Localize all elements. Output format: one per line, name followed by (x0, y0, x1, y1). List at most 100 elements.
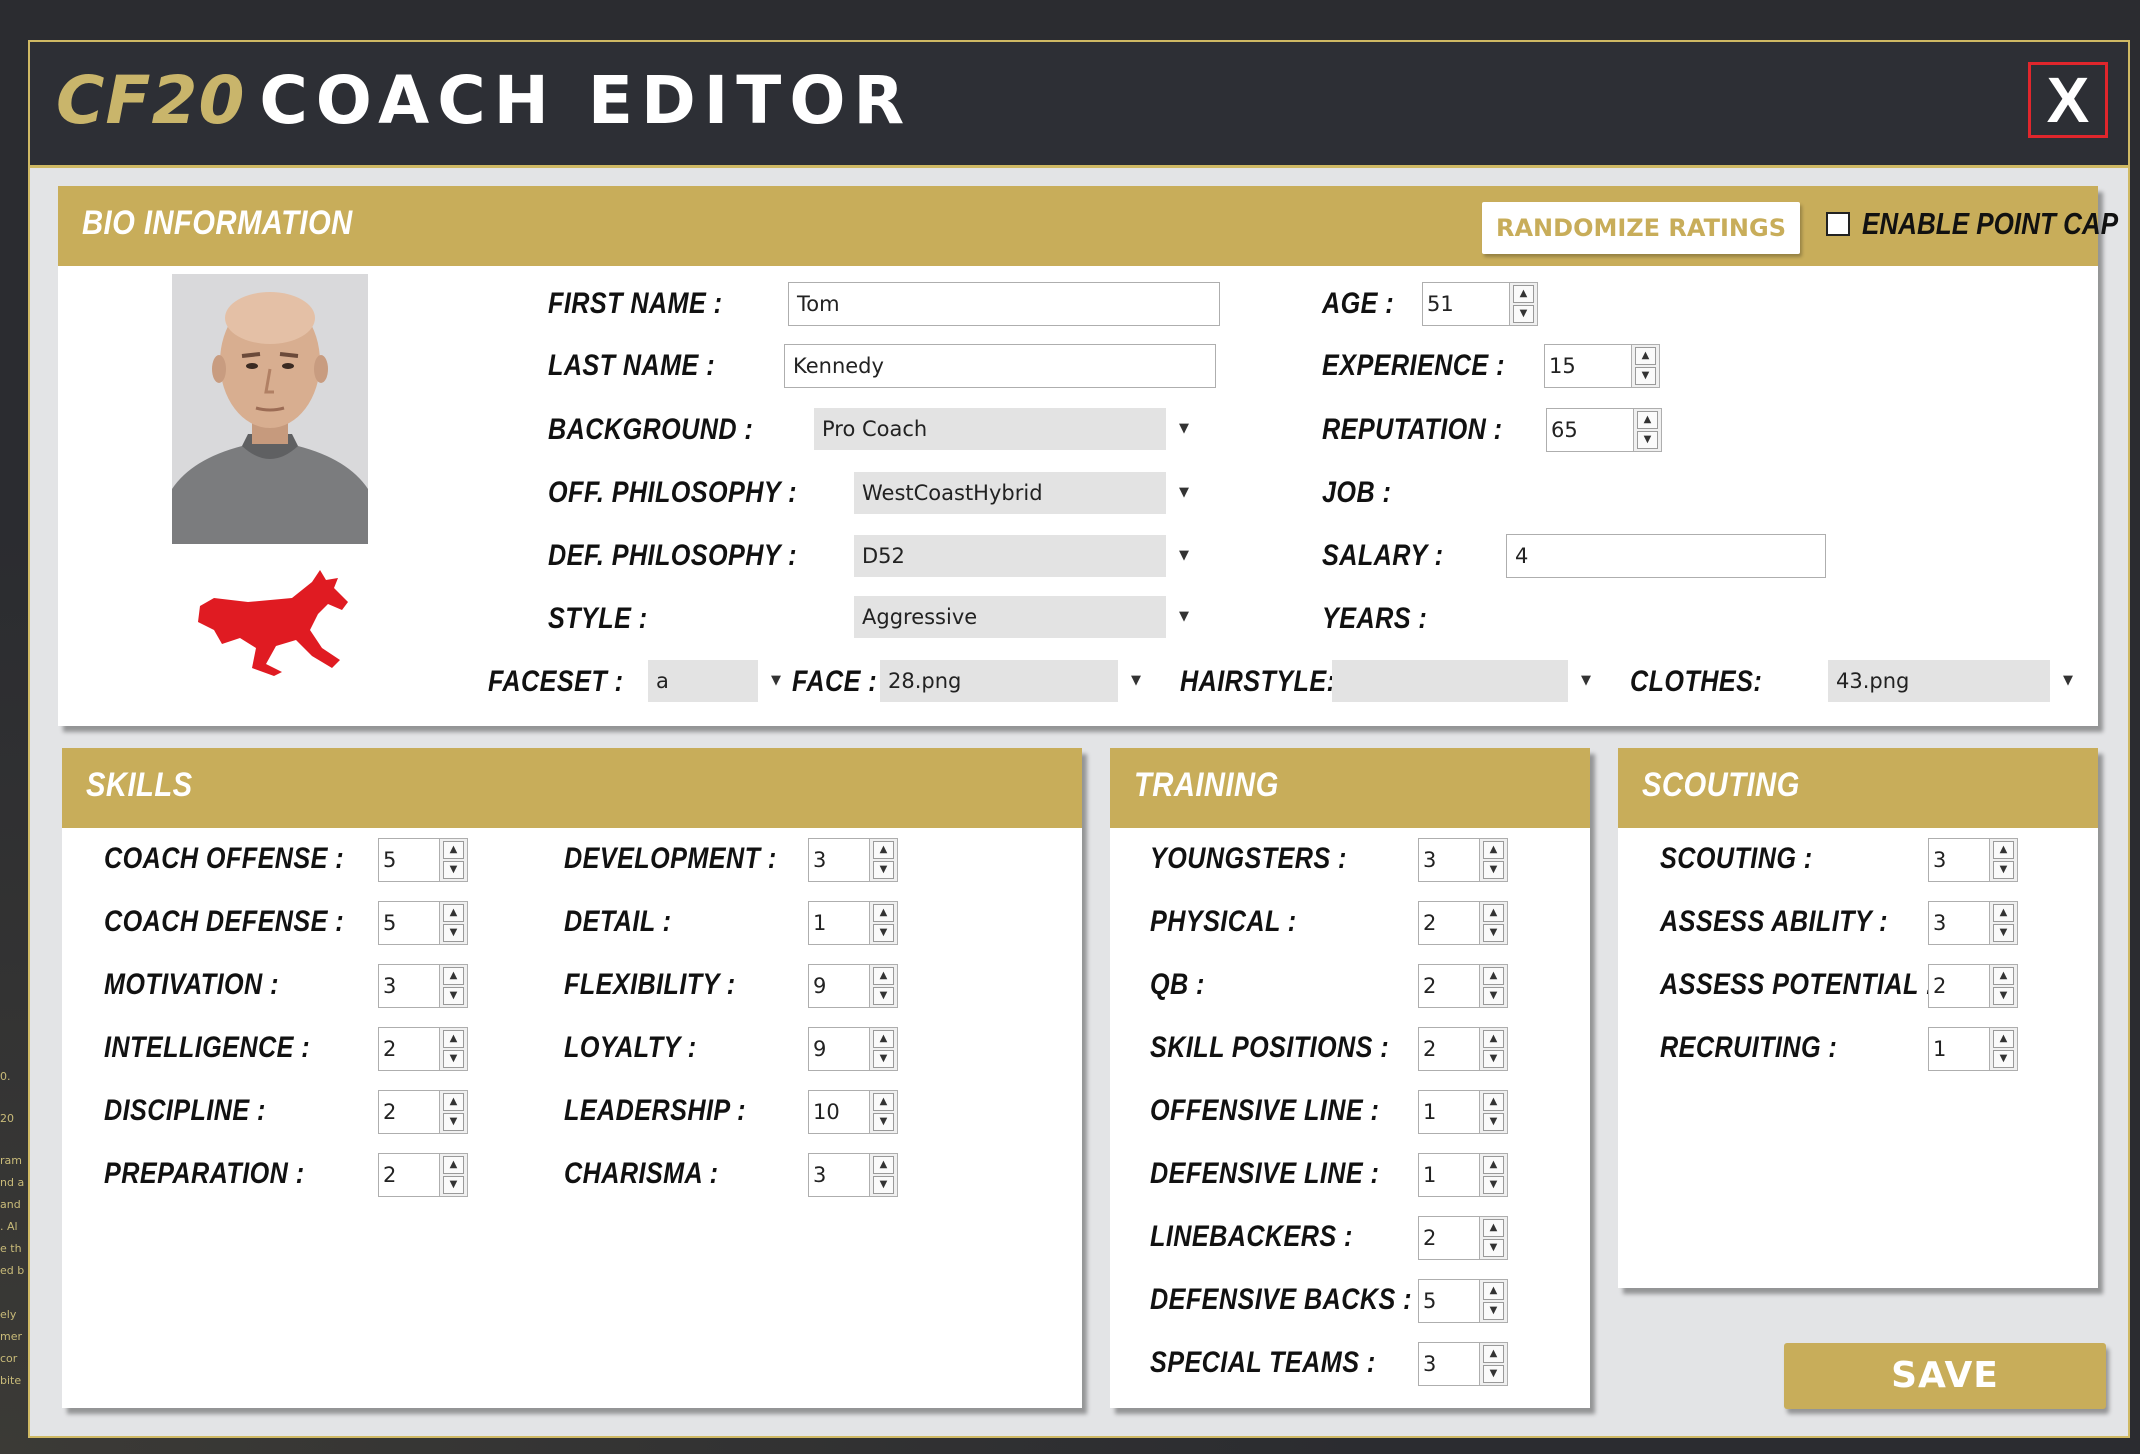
intelligence-stepper[interactable]: 2 ▲ ▼ (378, 1027, 468, 1071)
chevron-down-icon[interactable]: ▼ (758, 660, 792, 702)
randomize-ratings-button[interactable]: RANDOMIZE RATINGS (1482, 202, 1800, 254)
detail-stepper[interactable]: 1 ▲ ▼ (808, 901, 898, 945)
decrement-button[interactable]: ▼ (1637, 431, 1658, 449)
increment-button[interactable]: ▲ (1993, 967, 2014, 985)
chevron-down-icon[interactable]: ▼ (1166, 408, 1200, 450)
decrement-button[interactable]: ▼ (1993, 924, 2014, 942)
reputation-stepper[interactable]: 65 ▲ ▼ (1546, 408, 1662, 452)
special-teams-stepper[interactable]: 3 ▲ ▼ (1418, 1342, 1508, 1386)
increment-button[interactable]: ▲ (1635, 347, 1656, 365)
point-cap-checkbox[interactable] (1826, 212, 1850, 236)
increment-button[interactable]: ▲ (443, 904, 464, 922)
assess-ability-stepper[interactable]: 3 ▲ ▼ (1928, 901, 2018, 945)
increment-button[interactable]: ▲ (873, 1030, 894, 1048)
increment-button[interactable]: ▲ (1483, 1030, 1504, 1048)
youngsters-stepper[interactable]: 3 ▲ ▼ (1418, 838, 1508, 882)
qb-stepper[interactable]: 2 ▲ ▼ (1418, 964, 1508, 1008)
clothes-select[interactable]: 43.png ▼ (1828, 660, 2084, 702)
save-button[interactable]: SAVE (1784, 1343, 2106, 1409)
increment-button[interactable]: ▲ (1483, 967, 1504, 985)
increment-button[interactable]: ▲ (1993, 904, 2014, 922)
defensive-backs-stepper[interactable]: 5 ▲ ▼ (1418, 1279, 1508, 1323)
discipline-stepper[interactable]: 2 ▲ ▼ (378, 1090, 468, 1134)
increment-button[interactable]: ▲ (443, 1156, 464, 1174)
linebackers-stepper[interactable]: 2 ▲ ▼ (1418, 1216, 1508, 1260)
decrement-button[interactable]: ▼ (873, 1113, 894, 1131)
last-name-input[interactable]: Kennedy (784, 344, 1216, 388)
decrement-button[interactable]: ▼ (1483, 1365, 1504, 1383)
increment-button[interactable]: ▲ (1513, 285, 1534, 303)
decrement-button[interactable]: ▼ (1993, 861, 2014, 879)
decrement-button[interactable]: ▼ (1483, 987, 1504, 1005)
increment-button[interactable]: ▲ (443, 967, 464, 985)
chevron-down-icon[interactable]: ▼ (1118, 660, 1152, 702)
coach-offense-stepper[interactable]: 5 ▲ ▼ (378, 838, 468, 882)
chevron-down-icon[interactable]: ▼ (2050, 660, 2084, 702)
increment-button[interactable]: ▲ (873, 904, 894, 922)
decrement-button[interactable]: ▼ (1993, 987, 2014, 1005)
increment-button[interactable]: ▲ (873, 1093, 894, 1111)
increment-button[interactable]: ▲ (1483, 1219, 1504, 1237)
increment-button[interactable]: ▲ (1993, 1030, 2014, 1048)
increment-button[interactable]: ▲ (443, 841, 464, 859)
chevron-down-icon[interactable]: ▼ (1166, 535, 1200, 577)
skill-positions-stepper[interactable]: 2 ▲ ▼ (1418, 1027, 1508, 1071)
increment-button[interactable]: ▲ (1483, 1156, 1504, 1174)
defensive-line-stepper[interactable]: 1 ▲ ▼ (1418, 1153, 1508, 1197)
increment-button[interactable]: ▲ (1483, 904, 1504, 922)
chevron-down-icon[interactable]: ▼ (1166, 472, 1200, 514)
face-select[interactable]: 28.png ▼ (880, 660, 1152, 702)
decrement-button[interactable]: ▼ (873, 924, 894, 942)
decrement-button[interactable]: ▼ (443, 1050, 464, 1068)
decrement-button[interactable]: ▼ (1483, 861, 1504, 879)
leadership-stepper[interactable]: 10 ▲ ▼ (808, 1090, 898, 1134)
def-philosophy-select[interactable]: D52 ▼ (854, 535, 1200, 577)
hairstyle-select[interactable]: ▼ (1332, 660, 1602, 702)
decrement-button[interactable]: ▼ (1483, 1176, 1504, 1194)
chevron-down-icon[interactable]: ▼ (1166, 596, 1200, 638)
decrement-button[interactable]: ▼ (443, 1113, 464, 1131)
decrement-button[interactable]: ▼ (1483, 1302, 1504, 1320)
decrement-button[interactable]: ▼ (443, 1176, 464, 1194)
increment-button[interactable]: ▲ (443, 1093, 464, 1111)
style-select[interactable]: Aggressive ▼ (854, 596, 1200, 638)
decrement-button[interactable]: ▼ (1483, 924, 1504, 942)
assess-potential-stepper[interactable]: 2 ▲ ▼ (1928, 964, 2018, 1008)
increment-button[interactable]: ▲ (1483, 1093, 1504, 1111)
experience-stepper[interactable]: 15 ▲ ▼ (1544, 344, 1660, 388)
charisma-stepper[interactable]: 3 ▲ ▼ (808, 1153, 898, 1197)
loyalty-stepper[interactable]: 9 ▲ ▼ (808, 1027, 898, 1071)
faceset-select[interactable]: a ▼ (648, 660, 792, 702)
decrement-button[interactable]: ▼ (873, 1050, 894, 1068)
development-stepper[interactable]: 3 ▲ ▼ (808, 838, 898, 882)
increment-button[interactable]: ▲ (873, 841, 894, 859)
increment-button[interactable]: ▲ (1993, 841, 2014, 859)
decrement-button[interactable]: ▼ (1635, 367, 1656, 385)
recruiting-stepper[interactable]: 1 ▲ ▼ (1928, 1027, 2018, 1071)
scouting-stepper[interactable]: 3 ▲ ▼ (1928, 838, 2018, 882)
increment-button[interactable]: ▲ (1637, 411, 1658, 429)
increment-button[interactable]: ▲ (1483, 1282, 1504, 1300)
off-philosophy-select[interactable]: WestCoastHybrid ▼ (854, 472, 1200, 514)
offensive-line-stepper[interactable]: 1 ▲ ▼ (1418, 1090, 1508, 1134)
age-stepper[interactable]: 51 ▲ ▼ (1422, 282, 1538, 326)
decrement-button[interactable]: ▼ (443, 861, 464, 879)
decrement-button[interactable]: ▼ (443, 987, 464, 1005)
increment-button[interactable]: ▲ (443, 1030, 464, 1048)
chevron-down-icon[interactable]: ▼ (1568, 660, 1602, 702)
salary-input[interactable]: 4 (1506, 534, 1826, 578)
increment-button[interactable]: ▲ (873, 1156, 894, 1174)
decrement-button[interactable]: ▼ (1993, 1050, 2014, 1068)
preparation-stepper[interactable]: 2 ▲ ▼ (378, 1153, 468, 1197)
first-name-input[interactable]: Tom (788, 282, 1220, 326)
decrement-button[interactable]: ▼ (873, 1176, 894, 1194)
decrement-button[interactable]: ▼ (1513, 305, 1534, 323)
decrement-button[interactable]: ▼ (1483, 1113, 1504, 1131)
close-button[interactable]: X (2028, 62, 2108, 138)
decrement-button[interactable]: ▼ (1483, 1050, 1504, 1068)
motivation-stepper[interactable]: 3 ▲ ▼ (378, 964, 468, 1008)
increment-button[interactable]: ▲ (873, 967, 894, 985)
physical-stepper[interactable]: 2 ▲ ▼ (1418, 901, 1508, 945)
decrement-button[interactable]: ▼ (443, 924, 464, 942)
coach-defense-stepper[interactable]: 5 ▲ ▼ (378, 901, 468, 945)
